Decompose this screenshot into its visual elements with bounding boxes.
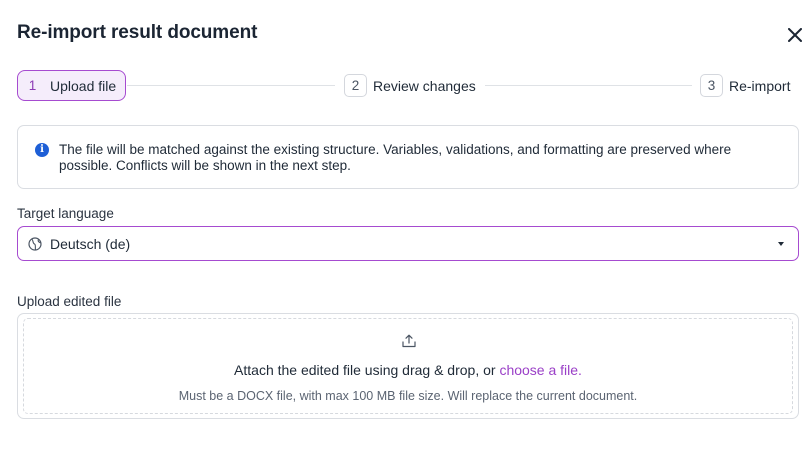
target-language-value: Deutsch (de) xyxy=(50,235,131,252)
choose-file-link[interactable]: choose a file. xyxy=(499,362,582,378)
stepper-connector xyxy=(485,85,692,86)
close-button[interactable] xyxy=(783,23,807,47)
info-icon: i xyxy=(35,143,49,157)
dropzone-hint: Must be a DOCX file, with max 100 MB fil… xyxy=(178,389,638,403)
dropzone-prompt-text: Attach the edited file using drag & drop… xyxy=(234,362,496,378)
step-upload-file[interactable]: 1 Upload file xyxy=(17,70,126,101)
file-dropzone[interactable]: Attach the edited file using drag & drop… xyxy=(17,313,799,419)
upload-icon xyxy=(402,334,416,348)
step-review-changes[interactable]: 2 Review changes xyxy=(344,70,476,101)
step-number: 2 xyxy=(344,74,367,97)
globe-icon xyxy=(28,237,42,251)
close-icon xyxy=(788,28,802,42)
step-number: 3 xyxy=(700,74,723,97)
info-text: The file will be matched against the exi… xyxy=(59,142,732,173)
stepper: 1 Upload file 2 Review changes 3 Re-impo… xyxy=(17,70,799,101)
step-label: Upload file xyxy=(50,77,117,94)
step-re-import[interactable]: 3 Re-import xyxy=(700,70,791,101)
step-number: 1 xyxy=(28,78,37,93)
info-banner: i The file will be matched against the e… xyxy=(17,125,799,189)
target-language-select[interactable]: Deutsch (de) xyxy=(17,226,799,261)
dialog-title: Re-import result document xyxy=(17,22,258,43)
file-dropzone-inner[interactable]: Attach the edited file using drag & drop… xyxy=(23,318,793,414)
step-label: Re-import xyxy=(729,77,791,94)
stepper-connector xyxy=(127,85,335,86)
upload-label: Upload edited file xyxy=(17,294,122,309)
dropzone-prompt: Attach the edited file using drag & drop… xyxy=(24,362,792,378)
step-label: Review changes xyxy=(373,77,476,94)
chevron-down-icon xyxy=(778,242,784,246)
target-language-label: Target language xyxy=(17,206,114,221)
